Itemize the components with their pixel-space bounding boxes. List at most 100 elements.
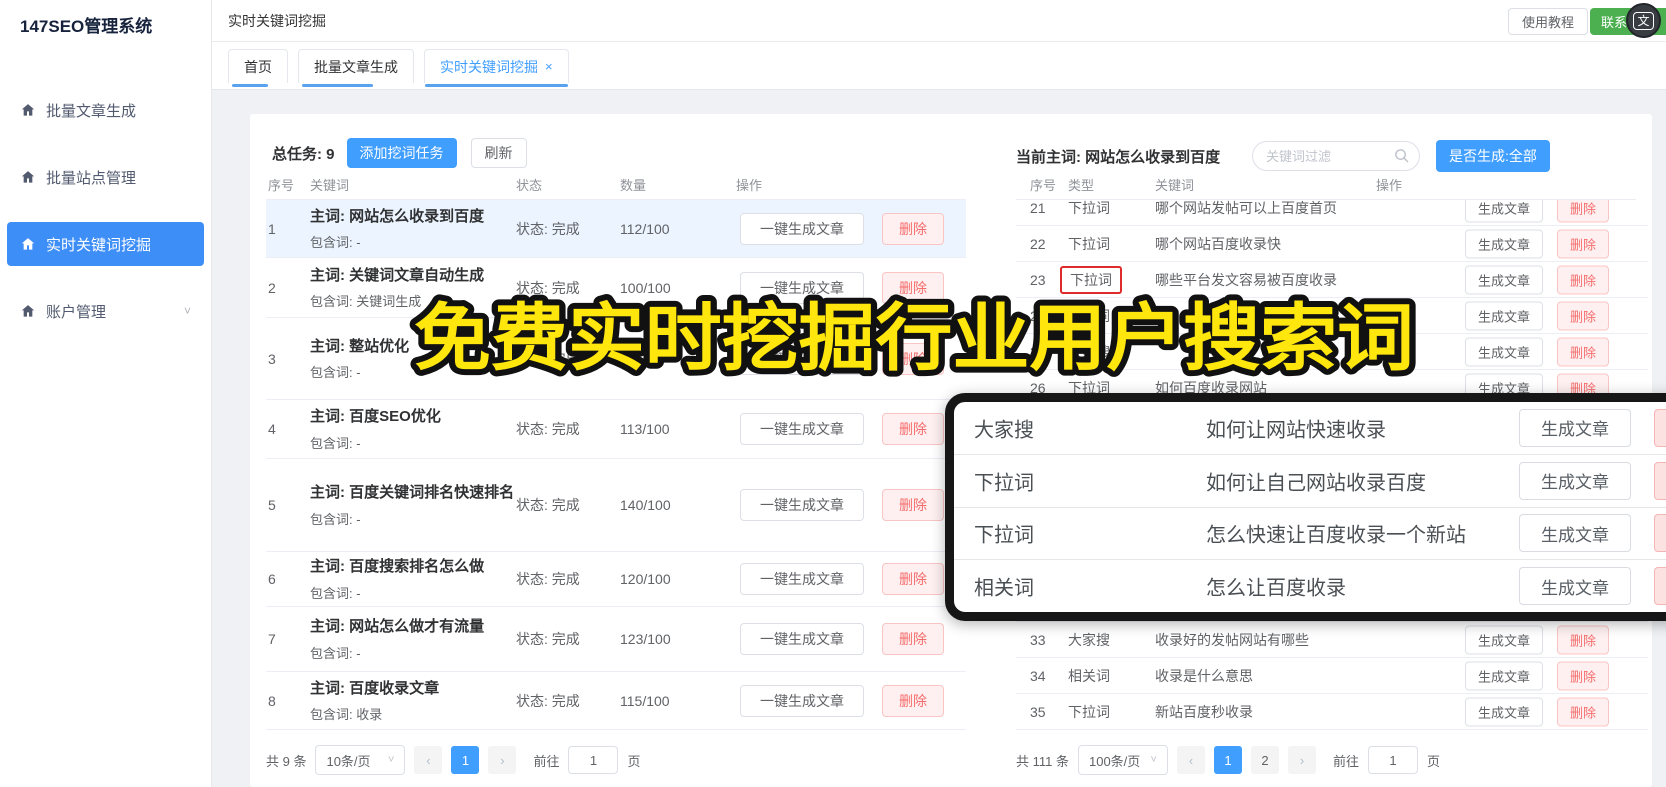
sidebar-item-批量文章生成[interactable]: 批量文章生成 [7,88,204,132]
prev-page-button[interactable]: ‹ [1176,746,1205,774]
prev-page-button[interactable]: ‹ [414,746,443,774]
main-keyword-text: 主词: 百度关键词排名快速排名 [310,484,515,502]
tab-实时关键词挖掘[interactable]: 实时关键词挖掘 × [424,49,569,87]
generate-article-button[interactable]: 一键生成文章 [740,489,864,521]
status-text: 状态: 完成 [516,220,580,237]
next-page-button[interactable]: › [1287,746,1316,774]
next-page-button[interactable]: › [488,746,517,774]
keyword-row: 24 下拉词 生成文章 删除 [1016,298,1648,334]
keyword-type: 下拉词 [1068,200,1110,216]
row-index: 25 [1030,343,1046,360]
main-keyword-text: 主词: 关键词文章自动生成 [310,266,485,284]
task-row: 7 主词: 网站怎么做才有流量 包含词: - 状态: 完成 123/100 一键… [266,607,966,672]
generate-article-button[interactable]: 一键生成文章 [740,623,864,655]
keyword-type: 相关词 [974,577,1034,600]
generate-article-button[interactable]: 生成文章 [1519,408,1631,447]
delete-button[interactable]: 删除 [1654,408,1666,447]
search-icon [1395,149,1409,163]
row-index: 35 [1030,703,1046,720]
help-button[interactable]: 使用教程 [1507,8,1588,35]
generate-all-button[interactable]: 是否生成:全部 [1436,140,1550,172]
delete-button[interactable]: 删除 [1557,661,1609,690]
page-button-1[interactable]: 1 [451,746,480,774]
page-size-select[interactable]: 10条/页 ˅ [315,745,406,775]
add-task-button[interactable]: 添加挖词任务 [346,138,457,168]
page-button-2[interactable]: 2 [1250,746,1279,774]
delete-button[interactable]: 删除 [1557,697,1609,726]
generate-article-button[interactable]: 生成文章 [1465,301,1543,330]
home-icon [21,104,35,116]
delete-button[interactable]: 删除 [1557,200,1609,222]
page-size-select[interactable]: 100条/页 ˅ [1077,745,1168,775]
count-text: 115/100 [620,692,670,709]
keyword-row: 35 下拉词 新站百度秒收录 生成文章 删除 [1016,694,1648,730]
task-table-header: 序号 关键词 状态 数量 操作 [266,175,966,200]
generate-article-button[interactable]: 一键生成文章 [740,271,864,304]
delete-button[interactable]: 删除 [882,212,944,245]
sidebar-item-批量站点管理[interactable]: 批量站点管理 [7,155,204,199]
delete-button[interactable]: 删除 [1654,514,1666,553]
delete-button[interactable]: 删除 [882,413,944,445]
generate-article-button[interactable]: 一键生成文章 [740,342,864,375]
chevron-down-icon: ˅ [183,304,191,318]
floating-tool-icon[interactable]: 文 [1626,3,1661,38]
generate-article-button[interactable]: 一键生成文章 [740,684,864,717]
goto-page-input[interactable] [1368,746,1418,774]
generate-article-button[interactable]: 生成文章 [1465,229,1543,258]
generate-article-button[interactable]: 生成文章 [1519,514,1631,553]
page-button-1[interactable]: 1 [1213,746,1242,774]
delete-button[interactable]: 删除 [882,489,944,521]
delete-button[interactable]: 删除 [1557,265,1609,294]
generate-article-button[interactable]: 生成文章 [1519,461,1631,500]
home-icon [21,171,35,183]
delete-button[interactable]: 删除 [1557,337,1609,366]
close-icon[interactable]: × [545,59,553,74]
keyword-panel-header: 当前主词: 网站怎么收录到百度 是否生成:全部 [1016,140,1648,172]
delete-button[interactable]: 删除 [1654,567,1666,606]
delete-button[interactable]: 删除 [1557,301,1609,330]
row-index: 4 [268,421,276,437]
generate-article-button[interactable]: 生成文章 [1465,697,1543,726]
generate-article-button[interactable]: 生成文章 [1465,337,1543,366]
task-row: 3 主词: 整站优化 包含词: - 状态: 完成 一键生成文章 删除 [266,318,966,400]
delete-button[interactable]: 删除 [882,563,944,595]
keyword-cell: 主词: 百度关键词排名快速排名 包含词: - [310,482,522,528]
refresh-button[interactable]: 刷新 [470,138,527,168]
row-index: 8 [268,692,276,709]
delete-button[interactable]: 删除 [882,684,944,717]
keyword-row: 21 下拉词 哪个网站发帖可以上百度首页 生成文章 删除 [1016,200,1648,226]
sidebar-item-实时关键词挖掘[interactable]: 实时关键词挖掘 [7,222,204,266]
generate-article-button[interactable]: 生成文章 [1465,200,1543,222]
keyword-text: 哪个网站百度收录快 [1155,235,1281,252]
task-row: 8 主词: 百度收录文章 包含词: 收录 状态: 完成 115/100 一键生成… [266,672,966,730]
generate-article-button[interactable]: 生成文章 [1465,625,1543,654]
generate-article-button[interactable]: 生成文章 [1465,661,1543,690]
delete-button[interactable]: 删除 [882,623,944,655]
tab-批量文章生成[interactable]: 批量文章生成 [298,49,414,87]
delete-button[interactable]: 删除 [882,342,944,375]
delete-button[interactable]: 删除 [1654,461,1666,500]
goto-page-input[interactable] [568,746,619,774]
status-text: 状态: 完成 [516,571,580,587]
delete-button[interactable]: 删除 [882,271,944,304]
page-numbers: 12 [1213,746,1279,774]
task-row: 1 主词: 网站怎么收录到百度 包含词: - 状态: 完成 112/100 一键… [266,200,966,258]
keyword-text: 哪个网站发帖可以上百度首页 [1155,200,1337,216]
page-numbers: 1 [451,746,480,774]
delete-button[interactable]: 删除 [1557,229,1609,258]
generate-article-button[interactable]: 生成文章 [1465,265,1543,294]
sidebar-item-账户管理[interactable]: 账户管理 ˅ [7,289,204,333]
delete-button[interactable]: 删除 [1557,625,1609,654]
keyword-cell: 主词: 整站优化 包含词: - [310,336,522,382]
row-actions: 一键生成文章 删除 [740,563,944,595]
keyword-type: 下拉词 [974,472,1034,495]
generate-article-button[interactable]: 生成文章 [1519,567,1631,606]
generate-article-button[interactable]: 一键生成文章 [740,413,864,445]
keyword-table-header: 序号 类型 关键词 操作 [1016,175,1636,200]
count-text: 140/100 [620,497,671,513]
row-index: 5 [268,497,276,513]
generate-article-button[interactable]: 一键生成文章 [740,563,864,595]
include-words-text: 包含词: 收录 [310,707,383,723]
tab-首页[interactable]: 首页 [228,49,288,87]
generate-article-button[interactable]: 一键生成文章 [740,212,864,245]
